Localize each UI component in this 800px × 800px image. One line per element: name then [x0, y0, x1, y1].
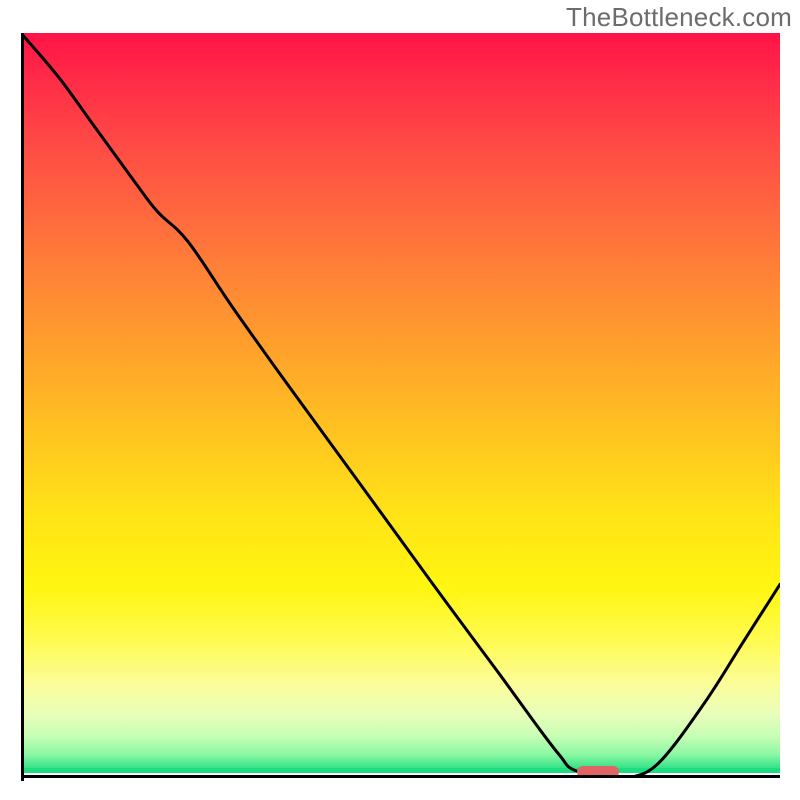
chart-container: TheBottleneck.com [0, 0, 800, 800]
y-axis-line [21, 33, 24, 781]
watermark-text: TheBottleneck.com [566, 2, 792, 33]
plot-area [21, 33, 780, 778]
bottleneck-curve [21, 33, 780, 778]
x-axis-line [21, 775, 780, 778]
